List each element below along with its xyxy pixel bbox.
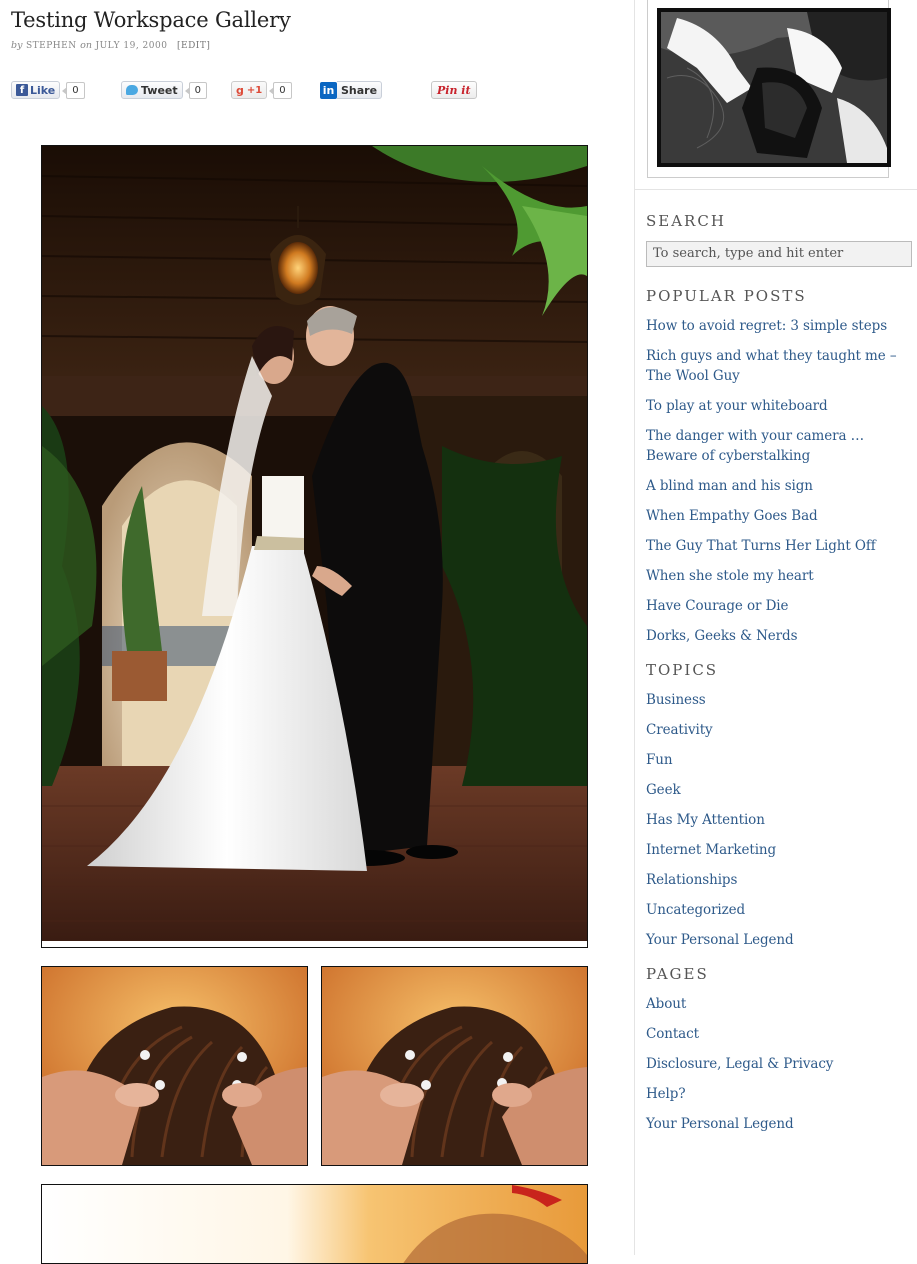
popular-post-link[interactable]: When Empathy Goes Bad [646,506,912,526]
facebook-like-button[interactable]: f Like [11,81,61,99]
popular-post-link[interactable]: To play at your whiteboard [646,396,912,416]
twitter-icon [126,85,138,95]
topics-heading: TOPICS [646,661,719,679]
popular-post-link[interactable]: Have Courage or Die [646,596,912,616]
facebook-like-widget: f Like 0 [11,80,85,100]
facebook-icon: f [16,84,28,96]
page-link-disclosure[interactable]: Disclosure, Legal & Privacy [646,1054,912,1074]
pages-list: About Contact Disclosure, Legal & Privac… [646,994,912,1144]
header-photo-frame [647,0,891,178]
page-link-help[interactable]: Help? [646,1084,912,1104]
pages-heading: PAGES [646,965,709,983]
tweet-button[interactable]: Tweet [121,81,183,99]
facebook-like-label: Like [30,83,56,97]
popular-posts-heading: POPULAR POSTS [646,287,807,305]
search-input[interactable]: To search, type and hit enter [646,241,912,267]
bride-hair-photo-right[interactable] [321,966,588,1166]
facebook-like-count: 0 [62,81,85,99]
author-link[interactable]: STEPHEN [26,41,77,51]
pinterest-widget: Pin it [431,80,477,100]
post-date: JULY 19, 2000 [95,41,168,51]
pinterest-button[interactable]: Pin it [431,81,477,99]
tweet-label: Tweet [141,83,178,97]
wedding-kiss-photo[interactable] [41,145,588,948]
sidebar-divider [635,189,917,190]
bride-hair-photo-left[interactable] [41,966,308,1166]
popular-post-link[interactable]: The danger with your camera … Beware of … [646,426,912,466]
topic-link[interactable]: Has My Attention [646,810,912,830]
topic-link[interactable]: Creativity [646,720,912,740]
tweet-count: 0 [184,81,208,99]
topic-link[interactable]: Relationships [646,870,912,890]
popular-post-link[interactable]: Rich guys and what they taught me – The … [646,346,912,386]
google-plus-widget: g +1 0 [231,80,292,100]
popular-post-link[interactable]: Dorks, Geeks & Nerds [646,626,912,646]
popular-posts-list: How to avoid regret: 3 simple steps Rich… [646,316,912,656]
page-link-about[interactable]: About [646,994,912,1014]
meta-on: on [80,40,92,51]
pinterest-icon: Pin it [437,83,471,97]
topic-link[interactable]: Fun [646,750,912,770]
page-link-personal-legend[interactable]: Your Personal Legend [646,1114,912,1134]
popular-post-link[interactable]: The Guy That Turns Her Light Off [646,536,912,556]
edit-link[interactable]: [EDIT] [177,41,210,51]
topic-link[interactable]: Uncategorized [646,900,912,920]
google-plus-label: +1 [246,84,263,96]
topic-link[interactable]: Business [646,690,912,710]
sidebar: SEARCH To search, type and hit enter POP… [634,0,917,1255]
popular-post-link[interactable]: How to avoid regret: 3 simple steps [646,316,912,336]
gallery-photo-partial[interactable] [41,1184,588,1264]
popular-post-link[interactable]: When she stole my heart [646,566,912,586]
search-heading: SEARCH [646,212,726,230]
topic-link[interactable]: Internet Marketing [646,840,912,860]
topic-link[interactable]: Geek [646,780,912,800]
main-content: Testing Workspace Gallery by STEPHEN on … [0,0,634,1264]
twitter-widget: Tweet 0 [121,80,208,100]
post-meta: by STEPHEN on JULY 19, 2000 [EDIT] [11,40,210,51]
popular-post-link[interactable]: A blind man and his sign [646,476,912,496]
topic-link[interactable]: Your Personal Legend [646,930,912,950]
topics-list: Business Creativity Fun Geek Has My Atte… [646,690,912,960]
linkedin-share-label: Share [341,83,378,97]
page-link-contact[interactable]: Contact [646,1024,912,1044]
post-title[interactable]: Testing Workspace Gallery [11,8,291,32]
meta-by: by [11,40,23,51]
linkedin-share-button[interactable]: Share [337,81,383,99]
linkedin-icon[interactable]: in [320,81,337,99]
google-plus-button[interactable]: g +1 [231,81,268,99]
google-plus-count: 0 [269,81,292,99]
linkedin-widget: in Share [320,80,383,100]
shoe-shine-photo[interactable] [657,8,891,167]
google-plus-icon: g [236,83,244,97]
